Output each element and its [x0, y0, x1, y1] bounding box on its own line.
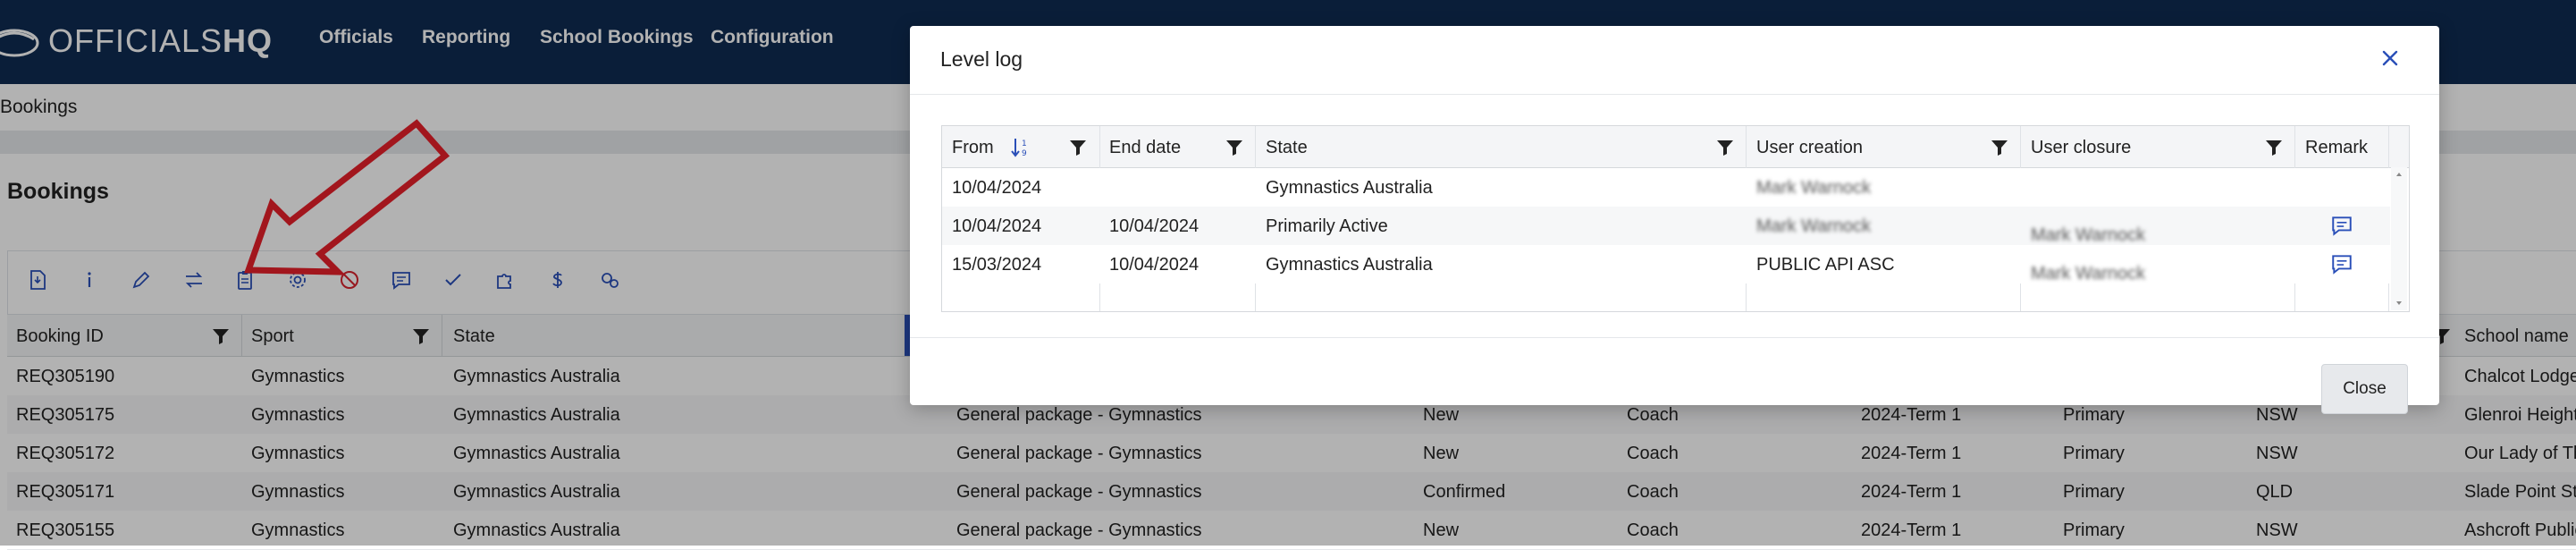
- from-cell: 10/04/2024: [952, 178, 1042, 198]
- user-closure-cell: Mark Warnock: [2031, 264, 2146, 283]
- svg-text:9: 9: [1022, 149, 1027, 158]
- user-closure-cell: Mark Warnock: [2031, 225, 2146, 245]
- user-creation-cell: PUBLIC API ASC: [1756, 255, 1895, 275]
- col-header-end-date[interactable]: End date: [1109, 138, 1181, 158]
- filter-icon[interactable]: [1225, 139, 1243, 157]
- end-date-cell: 10/04/2024: [1109, 255, 1200, 275]
- col-header-from[interactable]: From: [952, 138, 994, 158]
- col-header-user-creation[interactable]: User creation: [1756, 138, 1863, 158]
- table-scrollbar[interactable]: [2391, 167, 2407, 310]
- modal-title: Level log: [940, 47, 1023, 71]
- modal-footer-divider: [910, 337, 2439, 338]
- col-header-user-closure[interactable]: User closure: [2031, 138, 2131, 158]
- close-button[interactable]: Close: [2321, 364, 2408, 414]
- modal-header-divider: [910, 94, 2439, 95]
- remark-comment-icon[interactable]: [2330, 252, 2353, 275]
- filter-icon[interactable]: [1991, 139, 2008, 157]
- filter-icon[interactable]: [1716, 139, 1734, 157]
- state-cell: Primarily Active: [1266, 216, 1388, 236]
- level-log-table: From 1 9 End date State User creation Us…: [941, 125, 2410, 312]
- filter-icon[interactable]: [2265, 139, 2283, 157]
- close-icon[interactable]: [2376, 44, 2404, 72]
- user-creation-cell: Mark Warnock: [1756, 178, 1872, 198]
- col-header-remark[interactable]: Remark: [2305, 138, 2368, 158]
- level-log-modal: Level log From 1 9 End date State User c…: [910, 26, 2439, 414]
- filter-icon[interactable]: [1069, 139, 1087, 157]
- level-log-row[interactable]: [942, 168, 2390, 207]
- user-creation-cell: Mark Warnock: [1756, 216, 1872, 236]
- state-cell: Gymnastics Australia: [1266, 255, 1433, 275]
- from-cell: 15/03/2024: [952, 255, 1042, 275]
- col-header-state[interactable]: State: [1266, 138, 1308, 158]
- sort-ascending-icon[interactable]: 1 9: [1010, 137, 1033, 158]
- remark-comment-icon[interactable]: [2330, 214, 2353, 237]
- state-cell: Gymnastics Australia: [1266, 178, 1433, 198]
- end-date-cell: 10/04/2024: [1109, 216, 1200, 236]
- svg-text:1: 1: [1022, 140, 1027, 148]
- from-cell: 10/04/2024: [952, 216, 1042, 236]
